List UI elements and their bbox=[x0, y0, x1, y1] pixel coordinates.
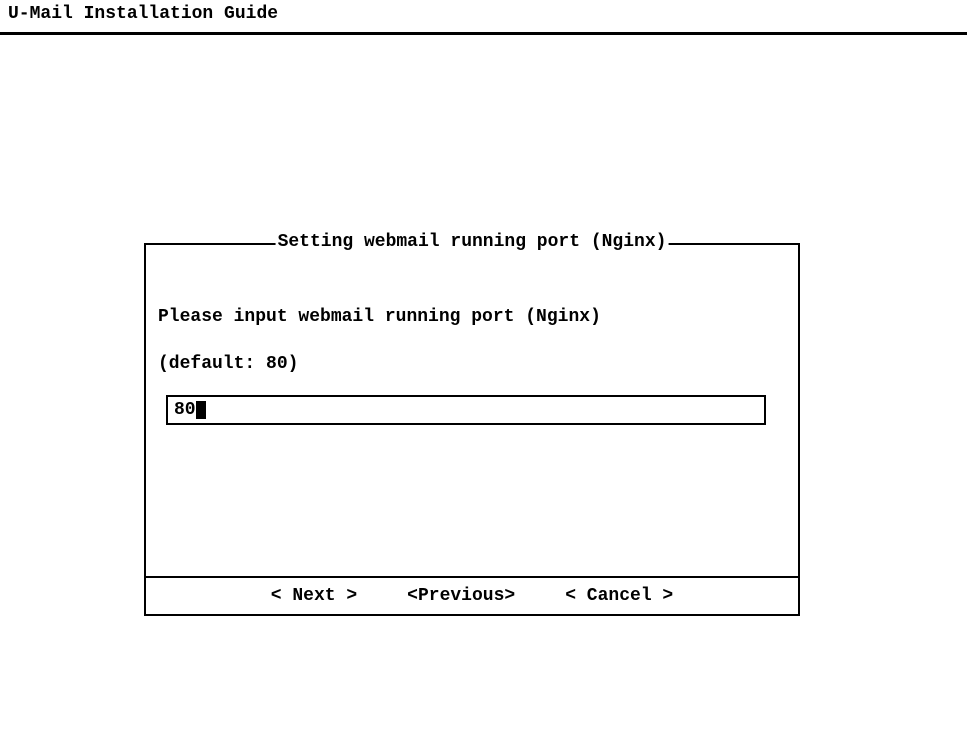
text-cursor bbox=[196, 401, 206, 419]
prompt-text: Please input webmail running port (Nginx… bbox=[158, 283, 786, 377]
dialog-title: Setting webmail running port (Nginx) bbox=[276, 232, 669, 252]
port-input-value: 80 bbox=[174, 400, 196, 420]
page-title: U-Mail Installation Guide bbox=[8, 4, 278, 24]
port-input[interactable]: 80 bbox=[166, 395, 766, 425]
next-button[interactable]: < Next > bbox=[271, 586, 357, 606]
previous-button[interactable]: <Previous> bbox=[407, 586, 515, 606]
cancel-button[interactable]: < Cancel > bbox=[565, 586, 673, 606]
prompt-line-2: (default: 80) bbox=[158, 354, 298, 374]
page-header: U-Mail Installation Guide bbox=[0, 0, 967, 35]
dialog-body: Please input webmail running port (Nginx… bbox=[146, 245, 798, 425]
port-config-dialog: Setting webmail running port (Nginx) Ple… bbox=[144, 243, 800, 616]
prompt-line-1: Please input webmail running port (Nginx… bbox=[158, 307, 601, 327]
button-bar: < Next > <Previous> < Cancel > bbox=[146, 576, 798, 614]
